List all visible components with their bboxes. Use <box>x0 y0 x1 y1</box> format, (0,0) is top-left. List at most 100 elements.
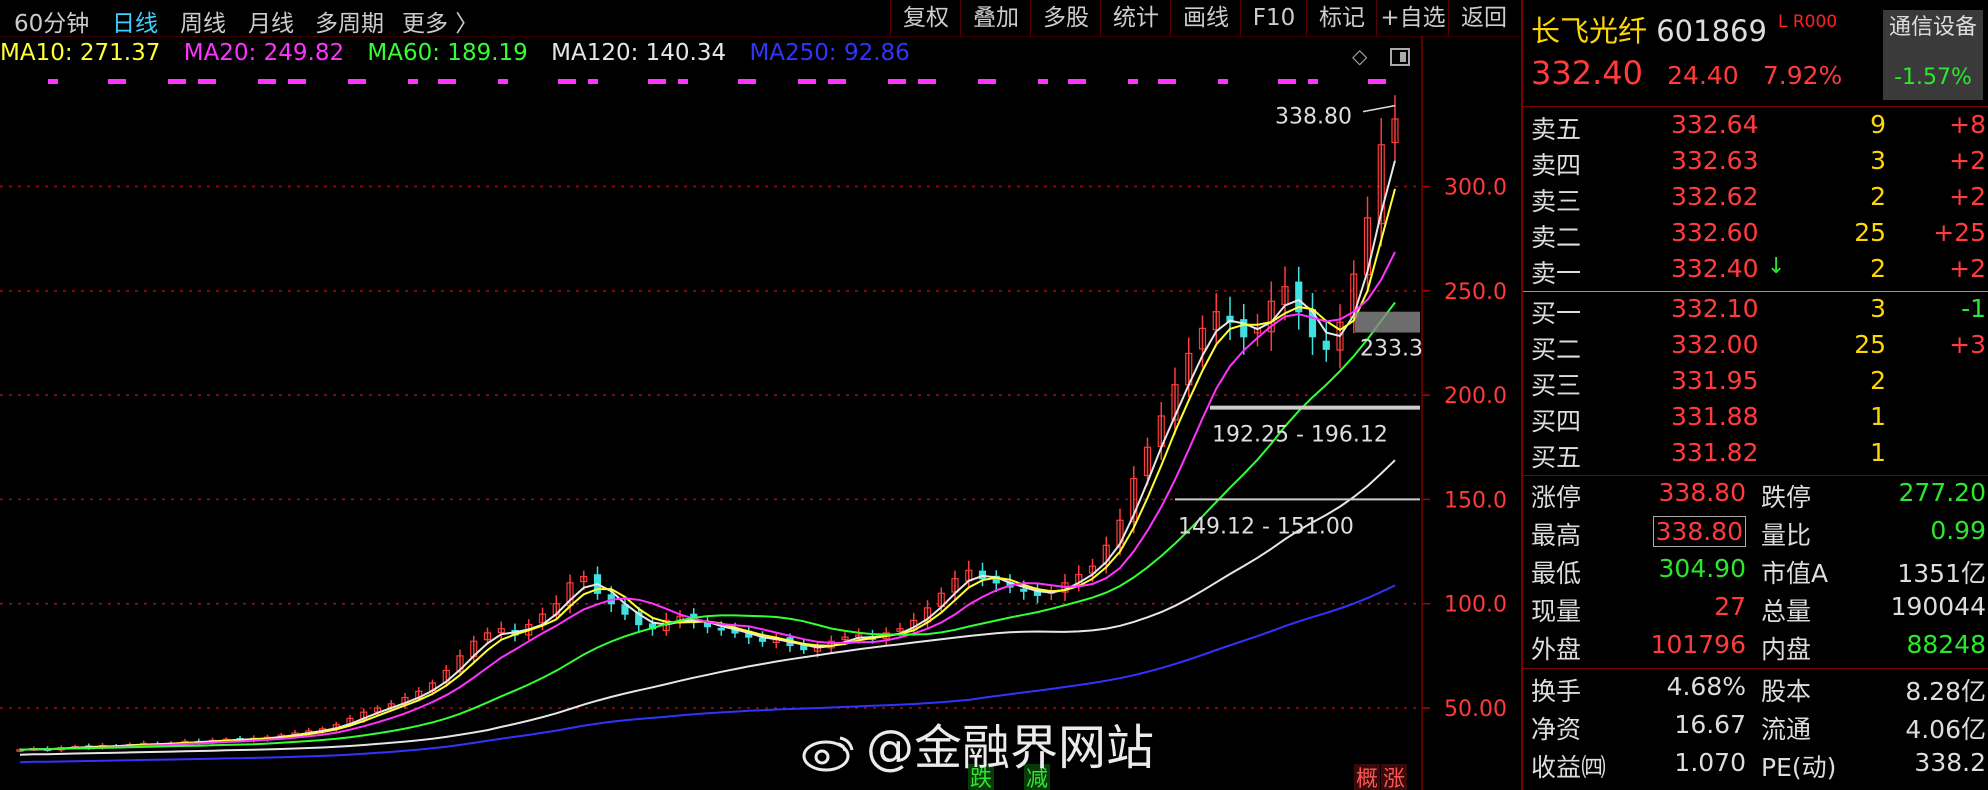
level-band <box>1355 311 1420 333</box>
tab-monthly[interactable]: 月线 <box>248 4 294 38</box>
stock-code: 601869 <box>1656 14 1767 48</box>
low-value: 304.90 <box>1658 554 1746 583</box>
pe-label: PE(动) <box>1761 753 1837 782</box>
chart-marker: 涨 <box>1383 767 1405 790</box>
draw-line-button[interactable]: 画线 <box>1170 0 1241 36</box>
ask-price: 332.60 <box>1671 218 1759 247</box>
signal-dash <box>438 79 456 84</box>
ask-row: 卖四 332.63 3 +2 <box>1531 146 1986 182</box>
ask-volume: 9 <box>1870 110 1886 139</box>
bid-row: 买四 331.88 1 <box>1531 402 1986 438</box>
ask-row: 卖二 332.60 25 +25 <box>1531 218 1986 254</box>
stat-row: 最低 304.90 市值A 1351亿 <box>1531 554 1986 590</box>
multi-stock-button[interactable]: 多股 <box>1030 0 1101 36</box>
bid-volume: 1 <box>1870 438 1886 467</box>
tab-daily[interactable]: 日线 <box>112 4 158 38</box>
market-cap-label: 市值A <box>1761 559 1829 588</box>
signal-dash <box>408 79 418 84</box>
back-button[interactable]: 返回 <box>1448 0 1519 36</box>
add-watchlist-button[interactable]: +自选 <box>1376 0 1449 36</box>
bid-price: 331.95 <box>1671 366 1759 395</box>
y-tick-label: 100.0 <box>1444 593 1507 618</box>
stat-row: 最高 338.80 量比 0.99 <box>1531 516 1986 552</box>
stock-title: 长飞光纤 601869 <box>1531 8 1767 50</box>
signal-dash <box>498 79 508 84</box>
ma120-line <box>19 459 1396 756</box>
candle-body <box>1020 588 1028 592</box>
bid-volume: 1 <box>1870 402 1886 431</box>
net-asset-value: 16.67 <box>1674 710 1746 739</box>
float-value: 4.06亿 <box>1905 715 1986 744</box>
signal-dash <box>588 79 598 84</box>
net-asset-label: 净资 <box>1531 715 1582 744</box>
price-change: 24.40 <box>1667 61 1739 90</box>
ask-label: 卖四 <box>1531 151 1582 180</box>
ask-delta: +2 <box>1949 146 1986 175</box>
ask-delta: +25 <box>1933 218 1986 247</box>
mark-button[interactable]: 标记 <box>1306 0 1377 36</box>
signal-dash <box>1038 79 1048 84</box>
eps-value: 1.070 <box>1674 748 1746 777</box>
stat-row: 换手 4.68% 股本 8.28亿 <box>1531 672 1986 708</box>
total-volume-label: 总量 <box>1761 597 1812 626</box>
stat-row: 收益㈣ 1.070 PE(动) 338.2 <box>1531 748 1986 784</box>
sector-box[interactable]: 通信设备 -1.57% <box>1883 10 1983 100</box>
tab-more[interactable]: 更多 〉 <box>402 4 478 38</box>
outer-volume-value: 101796 <box>1650 630 1746 659</box>
ask-label: 卖二 <box>1531 223 1582 252</box>
kline-chart[interactable]: 300.0 250.0 200.0 150.0 100.0 50.00 338.80 233.… <box>0 36 1520 790</box>
signal-dash <box>1128 79 1138 84</box>
current-volume-label: 现量 <box>1531 597 1582 626</box>
signal-dash <box>198 79 216 84</box>
signal-dash <box>738 79 756 84</box>
candle-body <box>758 637 767 642</box>
bid-label: 买五 <box>1531 443 1582 472</box>
watermark: @金融界网站 <box>800 708 1154 778</box>
signal-dash <box>288 79 306 84</box>
price-line-white <box>19 160 1396 751</box>
overlay-button[interactable]: 叠加 <box>960 0 1031 36</box>
tab-weekly[interactable]: 周线 <box>180 4 226 38</box>
signal-dash <box>888 79 906 84</box>
tab-60min[interactable]: 60分钟 <box>14 4 89 38</box>
high-price-label: 338.80 <box>1275 105 1352 130</box>
range-label: 149.12 - 151.00 <box>1178 514 1354 539</box>
bid-volume: 3 <box>1870 294 1886 323</box>
weibo-icon <box>802 736 854 772</box>
ask-price: 332.64 <box>1671 110 1759 139</box>
tab-multi-period[interactable]: 多周期 <box>315 4 384 38</box>
signal-dash <box>978 79 996 84</box>
limit-down-label: 跌停 <box>1761 483 1812 512</box>
divider <box>1523 106 1988 107</box>
stat-row: 净资 16.67 流通 4.06亿 <box>1531 710 1986 746</box>
total-volume-value: 190044 <box>1890 592 1986 621</box>
signal-dash <box>1068 79 1086 84</box>
ask-delta: +8 <box>1949 110 1986 139</box>
high-price-arrow <box>1362 104 1396 113</box>
signal-dash <box>1218 79 1228 84</box>
low-label: 最低 <box>1531 559 1582 588</box>
f10-button[interactable]: F10 <box>1240 0 1307 36</box>
bid-price: 331.88 <box>1671 402 1759 431</box>
limit-down-value: 277.20 <box>1898 478 1986 507</box>
ask-row: 卖三 332.62 2 +2 <box>1531 182 1986 218</box>
watermark-text: @金融界网站 <box>866 720 1155 776</box>
last-price: 332.40 <box>1531 54 1643 92</box>
adjust-button[interactable]: 复权 <box>890 0 961 36</box>
bid-price: 332.00 <box>1671 330 1759 359</box>
signal-dash <box>348 79 366 84</box>
ask-price: 332.63 <box>1671 146 1759 175</box>
stats-button[interactable]: 统计 <box>1100 0 1171 36</box>
signal-dash <box>1368 79 1386 84</box>
bid-label: 买一 <box>1531 299 1582 328</box>
limit-up-value: 338.80 <box>1658 478 1746 507</box>
level-label: 233.3 <box>1360 337 1423 362</box>
chart-toolbar: 60分钟 日线 周线 月线 多周期 更多 〉 复权 叠加 多股 统计 画线 F1… <box>0 0 1520 37</box>
bid-delta: -1 <box>1961 294 1986 323</box>
bid-ask-divider <box>1523 291 1988 292</box>
turnover-label: 换手 <box>1531 677 1582 706</box>
signal-dash <box>258 79 276 84</box>
bid-price: 331.82 <box>1671 438 1759 467</box>
ask-volume: 25 <box>1854 218 1886 247</box>
current-volume-value: 27 <box>1714 592 1746 621</box>
